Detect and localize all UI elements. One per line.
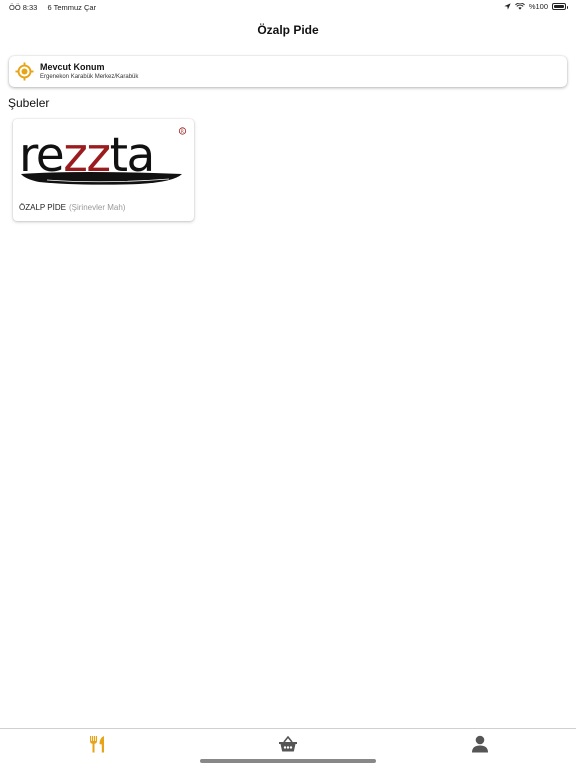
location-target-icon <box>15 62 34 81</box>
status-bar: ÖÖ 8:33 6 Temmuz Çar %100 <box>0 0 576 14</box>
page-title: Özalp Pide <box>257 23 319 37</box>
status-right: %100 <box>504 2 568 11</box>
rezzta-logo: rezzta R <box>19 127 187 185</box>
battery-icon <box>552 3 568 10</box>
svg-text:R: R <box>181 129 184 135</box>
location-arrow-icon <box>504 3 511 10</box>
status-date: 6 Temmuz Çar <box>47 3 97 12</box>
branches-section-title: Şubeler <box>8 96 50 110</box>
branch-district: (Şirinevler Mah) <box>68 203 126 212</box>
location-title: Mevcut Konum <box>40 62 105 72</box>
basket-icon[interactable] <box>278 734 298 754</box>
current-location-card[interactable]: Mevcut Konum Ergenekon Karabük Merkez/Ka… <box>9 56 567 87</box>
home-indicator <box>200 759 376 763</box>
person-icon[interactable] <box>470 734 490 754</box>
wifi-icon <box>514 3 525 10</box>
status-time: ÖÖ 8:33 <box>9 3 38 12</box>
branch-label: ÖZALP PİDE (Şirinevler Mah) <box>19 203 125 212</box>
battery-level <box>554 5 564 8</box>
fork-knife-icon[interactable] <box>87 734 107 754</box>
branch-name: ÖZALP PİDE <box>19 203 66 212</box>
location-address: Ergenekon Karabük Merkez/Karabük <box>40 74 139 80</box>
battery-percent: %100 <box>528 2 548 11</box>
status-left: ÖÖ 8:33 6 Temmuz Çar <box>9 3 96 12</box>
branch-card[interactable]: rezzta R ÖZALP PİDE (Şirinevler Mah) <box>13 119 194 221</box>
